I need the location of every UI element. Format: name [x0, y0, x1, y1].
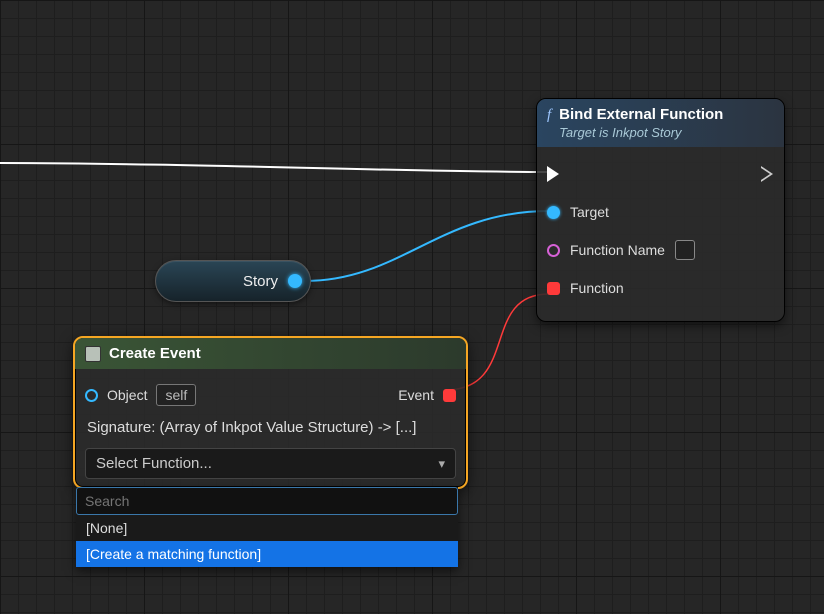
- select-function-dropdown[interactable]: Select Function... ▾: [85, 448, 456, 479]
- event-output-pin[interactable]: [443, 389, 456, 402]
- signature-text: Signature: (Array of Inkpot Value Struct…: [85, 411, 456, 444]
- target-label: Target: [570, 204, 609, 220]
- node-create-event[interactable]: Create Event Object self Event Signature…: [73, 336, 468, 489]
- node-header[interactable]: f Bind External Function Target is Inkpo…: [537, 99, 784, 147]
- object-pin[interactable]: [85, 389, 98, 402]
- object-value-input[interactable]: self: [156, 384, 196, 406]
- search-input[interactable]: [76, 487, 458, 515]
- node-title: Bind External Function: [559, 106, 723, 123]
- target-pin[interactable]: [547, 206, 560, 219]
- node-subtitle: Target is Inkpot Story: [559, 125, 723, 140]
- dropdown-option-create-matching[interactable]: [Create a matching function]: [76, 541, 458, 567]
- node-header[interactable]: Create Event: [75, 338, 466, 369]
- variable-label: Story: [243, 273, 278, 290]
- function-name-pin[interactable]: [547, 244, 560, 257]
- select-function-placeholder: Select Function...: [96, 455, 212, 472]
- dropdown-option-none[interactable]: [None]: [76, 515, 458, 541]
- event-icon: [85, 346, 101, 362]
- function-name-label: Function Name: [570, 242, 665, 258]
- variable-node-story[interactable]: Story: [155, 260, 311, 302]
- function-icon: f: [547, 106, 551, 124]
- chevron-down-icon: ▾: [438, 456, 445, 472]
- exec-output-pin[interactable]: [761, 166, 774, 182]
- event-label: Event: [398, 387, 434, 403]
- function-delegate-pin[interactable]: [547, 282, 560, 295]
- node-title: Create Event: [109, 345, 201, 362]
- node-bind-external-function[interactable]: f Bind External Function Target is Inkpo…: [536, 98, 785, 322]
- exec-input-pin[interactable]: [547, 166, 559, 182]
- function-name-input[interactable]: [675, 240, 695, 260]
- function-dropdown-popup: [None] [Create a matching function]: [76, 487, 458, 567]
- object-label: Object: [107, 387, 147, 403]
- function-label: Function: [570, 280, 624, 296]
- output-pin-story[interactable]: [288, 274, 302, 288]
